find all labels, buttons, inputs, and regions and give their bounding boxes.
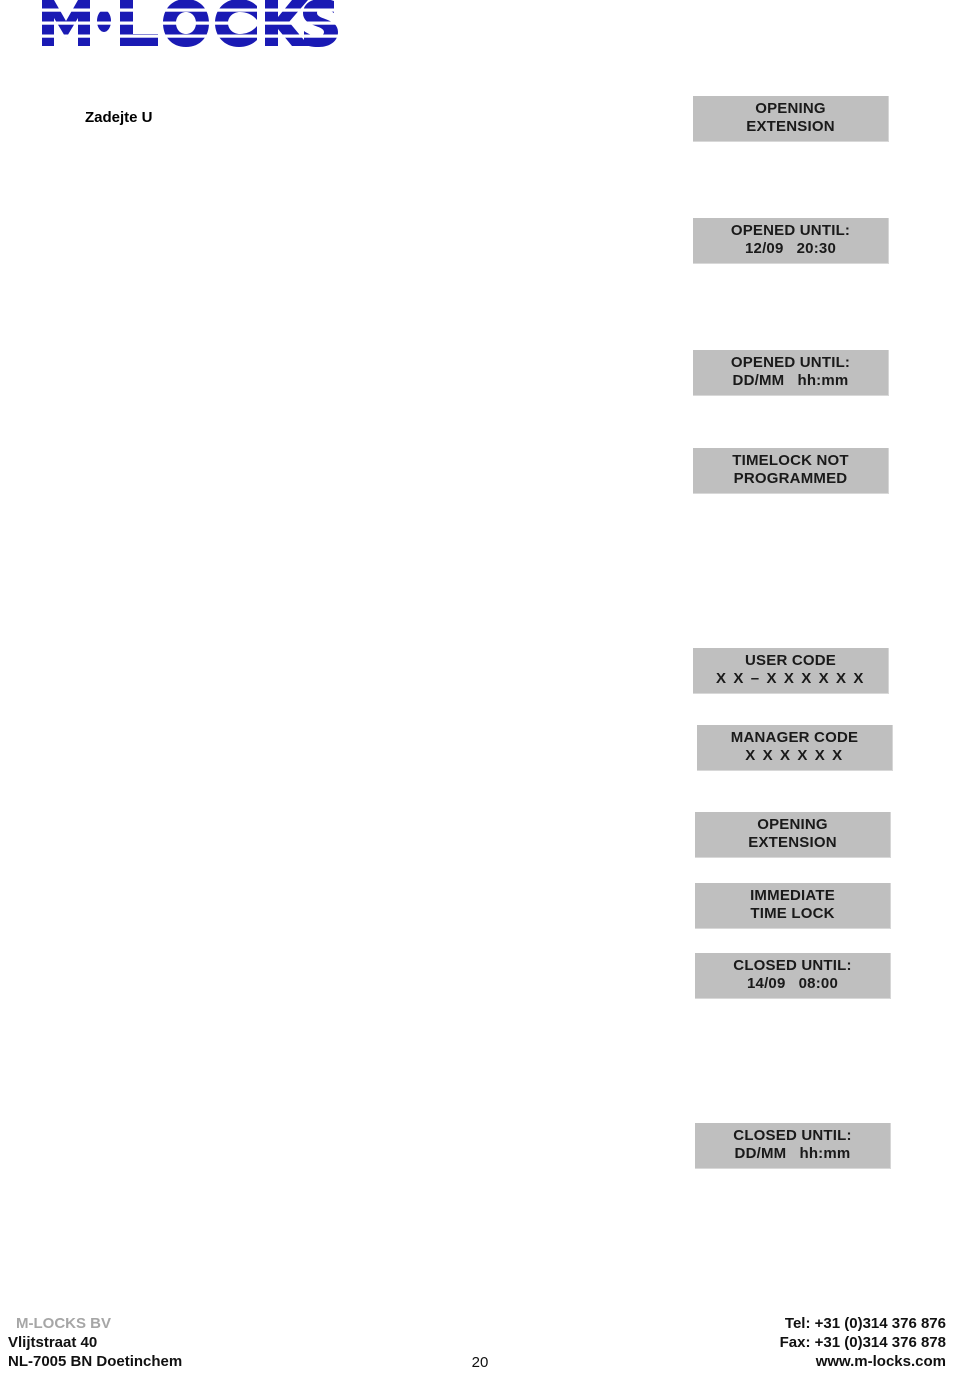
lcd-line-1: IMMEDIATE [750,887,835,904]
footer-fax: Fax: +31 (0)314 376 878 [779,1334,946,1351]
lcd-closed-until-template: CLOSED UNTIL: DD/MM hh:mm [695,1123,891,1169]
lcd-line-1: TIMELOCK NOT [732,452,849,469]
m-locks-logo [34,0,354,50]
footer-tel: Tel: +31 (0)314 376 876 [784,1315,946,1332]
lcd-line-1: OPENED UNTIL: [730,222,851,239]
lcd-line-2: EXTENSION [746,118,835,135]
lcd-line-2: X X – X X X X X X [716,670,865,687]
lcd-closed-until-value: CLOSED UNTIL: 14/09 08:00 [695,953,891,999]
lcd-line-1: OPENED UNTIL: [730,354,851,371]
footer-company: M-LOCKS BV [16,1315,111,1332]
lcd-line-2: PROGRAMMED [733,470,848,487]
lcd-line-1: USER CODE [745,652,836,669]
lcd-line-2: DD/MM hh:mm [734,1145,851,1162]
lcd-line-2: 14/09 08:00 [746,975,838,992]
lcd-user-code: USER CODE X X – X X X X X X [693,648,889,694]
lcd-line-2: TIME LOCK [750,905,835,922]
lcd-line-1: OPENING [755,100,826,117]
footer-street: Vlijtstraat 40 [8,1334,98,1351]
lcd-line-1: MANAGER CODE [730,729,859,746]
lcd-opened-until-template: OPENED UNTIL: DD/MM hh:mm [693,350,889,396]
lcd-manager-code: MANAGER CODE X X X X X X [697,725,893,771]
lcd-timelock-not-programmed: TIMELOCK NOT PROGRAMMED [693,448,889,494]
lcd-line-1: CLOSED UNTIL: [733,1127,852,1144]
lcd-line-1: CLOSED UNTIL: [733,957,852,974]
lcd-line-1: OPENING [757,816,828,833]
lcd-immediate-time-lock: IMMEDIATE TIME LOCK [695,883,891,929]
lcd-line-2: EXTENSION [748,834,837,851]
lcd-opening-extension-1: OPENING EXTENSION [693,96,889,142]
lcd-opened-until-value: OPENED UNTIL: 12/09 20:30 [693,218,889,264]
page-number: 20 [471,1354,489,1371]
document-page: Zadejte U OPENING EXTENSION OPENED UNTIL… [0,0,960,1373]
lcd-line-2: DD/MM hh:mm [732,372,849,389]
caption-zadejte-u: Zadejte U [85,109,153,126]
page-footer: M-LOCKS BV Vlijtstraat 40 NL-7005 BN Doe… [0,1314,960,1373]
lcd-line-2: 12/09 20:30 [744,240,836,257]
lcd-line-2: X X X X X X [745,747,844,764]
lcd-opening-extension-2: OPENING EXTENSION [695,812,891,858]
